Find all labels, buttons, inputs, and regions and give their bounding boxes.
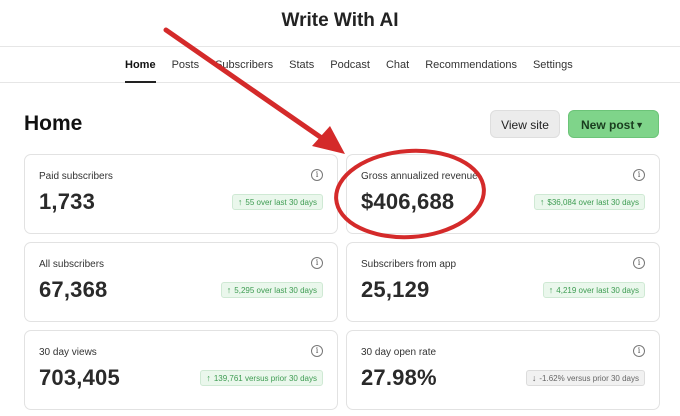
arrow-up-icon: ↑ xyxy=(539,197,545,207)
annotation-arrow-head xyxy=(312,126,345,154)
nav-item-settings[interactable]: Settings xyxy=(533,47,573,83)
new-post-button[interactable]: New post ▼ xyxy=(568,110,659,138)
stat-label: 30 day views xyxy=(39,347,97,358)
stat-label: Paid subscribers xyxy=(39,171,113,182)
nav-item-subscribers[interactable]: Subscribers xyxy=(215,47,273,83)
new-post-label: New post xyxy=(581,118,635,132)
nav-item-posts[interactable]: Posts xyxy=(172,47,200,83)
nav-item-recommendations[interactable]: Recommendations xyxy=(425,47,517,83)
stat-card-30-day-open-rate[interactable]: 30 day open rate 27.98% i ↓ -1.62% versus… xyxy=(346,330,660,410)
trend-badge: ↑ 55 over last 30 days xyxy=(231,194,323,210)
info-icon[interactable]: i xyxy=(311,345,323,357)
nav-item-chat[interactable]: Chat xyxy=(386,47,409,83)
trend-badge: ↑ 5,295 over last 30 days xyxy=(220,282,323,298)
nav-item-stats[interactable]: Stats xyxy=(289,47,314,83)
trend-badge: ↑ 139,761 versus prior 30 days xyxy=(200,370,323,386)
arrow-up-icon: ↑ xyxy=(237,197,243,207)
stat-value: 703,405 xyxy=(39,365,120,390)
info-icon[interactable]: i xyxy=(633,169,645,181)
trend-badge: ↑ $36,084 over last 30 days xyxy=(533,194,645,210)
stat-label: Gross annualized revenue xyxy=(361,171,478,182)
stat-label: Subscribers from app xyxy=(361,259,457,270)
trend-badge: ↑ 4,219 over last 30 days xyxy=(542,282,645,298)
trend-badge: ↓ -1.62% versus prior 30 days xyxy=(525,370,645,386)
nav-item-home[interactable]: Home xyxy=(125,47,156,83)
stat-card-30-day-views[interactable]: 30 day views 703,405 i ↑ 139,761 versus p… xyxy=(24,330,338,410)
info-icon[interactable]: i xyxy=(633,345,645,357)
info-icon[interactable]: i xyxy=(633,257,645,269)
view-site-button[interactable]: View site xyxy=(490,110,560,138)
stat-value: 67,368 xyxy=(39,277,108,302)
info-icon[interactable]: i xyxy=(311,257,323,269)
stat-label: 30 day open rate xyxy=(361,347,437,358)
arrow-up-icon: ↑ xyxy=(548,285,554,295)
caret-down-icon: ▼ xyxy=(635,120,644,130)
page-title: Home xyxy=(24,112,83,135)
stat-value: 27.98% xyxy=(361,365,437,390)
arrow-up-icon: ↑ xyxy=(206,373,211,383)
top-nav: Home Posts Subscribers Stats Podcast Cha… xyxy=(0,46,680,83)
stat-card-paid-subscribers[interactable]: Paid subscribers 1,733 i ↑ 55 over last 3… xyxy=(24,154,338,234)
arrow-down-icon: ↓ xyxy=(531,373,537,383)
stat-card-all-subscribers[interactable]: All subscribers 67,368 i ↑ 5,295 over las… xyxy=(24,242,338,322)
stat-value: 25,129 xyxy=(361,277,430,302)
stat-value: 1,733 xyxy=(39,189,96,214)
arrow-up-icon: ↑ xyxy=(226,285,232,295)
stat-value: $406,688 xyxy=(361,189,455,214)
info-icon[interactable]: i xyxy=(311,169,323,181)
stat-card-gross-annualized-revenue[interactable]: Gross annualized revenue $406,688 i ↑ $36… xyxy=(346,154,660,234)
nav-item-podcast[interactable]: Podcast xyxy=(330,47,370,83)
site-title[interactable]: Write With AI xyxy=(0,10,680,32)
stat-card-subscribers-from-app[interactable]: Subscribers from app 25,129 i ↑ 4,219 ove… xyxy=(346,242,660,322)
stat-label: All subscribers xyxy=(39,259,105,270)
